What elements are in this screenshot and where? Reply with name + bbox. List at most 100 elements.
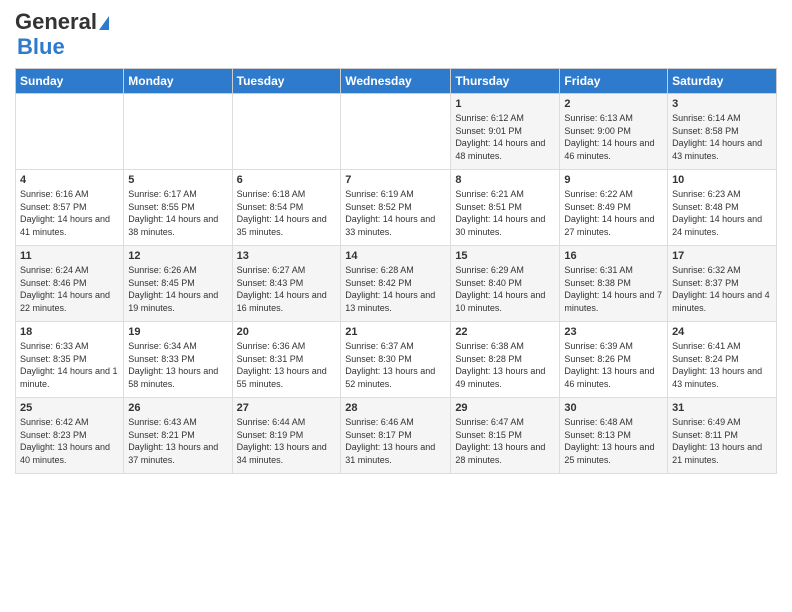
col-header-monday: Monday (124, 69, 232, 94)
day-number: 8 (455, 174, 555, 186)
day-number: 17 (672, 250, 772, 262)
day-number: 23 (564, 326, 663, 338)
calendar-cell: 15 Sunrise: 6:29 AM Sunset: 8:40 PM Dayli… (451, 246, 560, 322)
logo-blue: Blue (17, 34, 65, 60)
logo: General Blue (15, 10, 109, 60)
calendar-cell: 1 Sunrise: 6:12 AM Sunset: 9:01 PM Daylig… (451, 94, 560, 170)
day-info: Sunrise: 6:16 AM Sunset: 8:57 PM Dayligh… (20, 188, 119, 238)
day-number: 31 (672, 402, 772, 414)
col-header-friday: Friday (560, 69, 668, 94)
day-number: 15 (455, 250, 555, 262)
day-number: 6 (237, 174, 337, 186)
calendar-week-row: 25 Sunrise: 6:42 AM Sunset: 8:23 PM Dayli… (16, 398, 777, 474)
calendar-cell: 27 Sunrise: 6:44 AM Sunset: 8:19 PM Dayli… (232, 398, 341, 474)
day-info: Sunrise: 6:27 AM Sunset: 8:43 PM Dayligh… (237, 264, 337, 314)
calendar-cell: 25 Sunrise: 6:42 AM Sunset: 8:23 PM Dayli… (16, 398, 124, 474)
calendar-cell: 11 Sunrise: 6:24 AM Sunset: 8:46 PM Dayli… (16, 246, 124, 322)
day-number: 4 (20, 174, 119, 186)
calendar-cell: 5 Sunrise: 6:17 AM Sunset: 8:55 PM Daylig… (124, 170, 232, 246)
calendar-cell: 24 Sunrise: 6:41 AM Sunset: 8:24 PM Dayli… (668, 322, 777, 398)
day-info: Sunrise: 6:36 AM Sunset: 8:31 PM Dayligh… (237, 340, 337, 390)
day-info: Sunrise: 6:26 AM Sunset: 8:45 PM Dayligh… (128, 264, 227, 314)
day-number: 11 (20, 250, 119, 262)
day-info: Sunrise: 6:17 AM Sunset: 8:55 PM Dayligh… (128, 188, 227, 238)
day-info: Sunrise: 6:22 AM Sunset: 8:49 PM Dayligh… (564, 188, 663, 238)
calendar-cell: 10 Sunrise: 6:23 AM Sunset: 8:48 PM Dayli… (668, 170, 777, 246)
day-info: Sunrise: 6:39 AM Sunset: 8:26 PM Dayligh… (564, 340, 663, 390)
day-number: 19 (128, 326, 227, 338)
calendar-cell: 20 Sunrise: 6:36 AM Sunset: 8:31 PM Dayli… (232, 322, 341, 398)
day-info: Sunrise: 6:46 AM Sunset: 8:17 PM Dayligh… (345, 416, 446, 466)
day-info: Sunrise: 6:19 AM Sunset: 8:52 PM Dayligh… (345, 188, 446, 238)
day-number: 22 (455, 326, 555, 338)
calendar-cell: 7 Sunrise: 6:19 AM Sunset: 8:52 PM Daylig… (341, 170, 451, 246)
day-number: 2 (564, 98, 663, 110)
calendar-table: SundayMondayTuesdayWednesdayThursdayFrid… (15, 68, 777, 474)
day-info: Sunrise: 6:24 AM Sunset: 8:46 PM Dayligh… (20, 264, 119, 314)
day-info: Sunrise: 6:13 AM Sunset: 9:00 PM Dayligh… (564, 112, 663, 162)
calendar-cell: 21 Sunrise: 6:37 AM Sunset: 8:30 PM Dayli… (341, 322, 451, 398)
calendar-cell (124, 94, 232, 170)
day-number: 25 (20, 402, 119, 414)
day-number: 21 (345, 326, 446, 338)
calendar-cell: 28Sunrise: 6:46 AM Sunset: 8:17 PM Dayli… (341, 398, 451, 474)
calendar-cell (341, 94, 451, 170)
calendar-cell: 29 Sunrise: 6:47 AM Sunset: 8:15 PM Dayli… (451, 398, 560, 474)
calendar-cell: 23 Sunrise: 6:39 AM Sunset: 8:26 PM Dayli… (560, 322, 668, 398)
day-info: Sunrise: 6:41 AM Sunset: 8:24 PM Dayligh… (672, 340, 772, 390)
day-info: Sunrise: 6:23 AM Sunset: 8:48 PM Dayligh… (672, 188, 772, 238)
day-number: 5 (128, 174, 227, 186)
day-info: Sunrise: 6:21 AM Sunset: 8:51 PM Dayligh… (455, 188, 555, 238)
day-info: Sunrise: 6:14 AM Sunset: 8:58 PM Dayligh… (672, 112, 772, 162)
calendar-cell: 19 Sunrise: 6:34 AM Sunset: 8:33 PM Dayli… (124, 322, 232, 398)
day-number: 7 (345, 174, 446, 186)
calendar-week-row: 11 Sunrise: 6:24 AM Sunset: 8:46 PM Dayli… (16, 246, 777, 322)
calendar-cell: 8 Sunrise: 6:21 AM Sunset: 8:51 PM Daylig… (451, 170, 560, 246)
day-info: Sunrise: 6:49 AM Sunset: 8:11 PM Dayligh… (672, 416, 772, 466)
day-number: 20 (237, 326, 337, 338)
calendar-week-row: 4 Sunrise: 6:16 AM Sunset: 8:57 PM Daylig… (16, 170, 777, 246)
day-info: Sunrise: 6:43 AM Sunset: 8:21 PM Dayligh… (128, 416, 227, 466)
day-number: 3 (672, 98, 772, 110)
day-number: 10 (672, 174, 772, 186)
day-info: Sunrise: 6:37 AM Sunset: 8:30 PM Dayligh… (345, 340, 446, 390)
calendar-cell: 9 Sunrise: 6:22 AM Sunset: 8:49 PM Daylig… (560, 170, 668, 246)
page-container: General Blue SundayMondayTuesdayWednesda… (0, 0, 792, 484)
day-number: 24 (672, 326, 772, 338)
day-info: Sunrise: 6:34 AM Sunset: 8:33 PM Dayligh… (128, 340, 227, 390)
day-info: Sunrise: 6:32 AM Sunset: 8:37 PM Dayligh… (672, 264, 772, 314)
day-info: Sunrise: 6:44 AM Sunset: 8:19 PM Dayligh… (237, 416, 337, 466)
day-number: 1 (455, 98, 555, 110)
col-header-wednesday: Wednesday (341, 69, 451, 94)
col-header-tuesday: Tuesday (232, 69, 341, 94)
day-number: 26 (128, 402, 227, 414)
calendar-cell: 4 Sunrise: 6:16 AM Sunset: 8:57 PM Daylig… (16, 170, 124, 246)
day-info: Sunrise: 6:33 AM Sunset: 8:35 PM Dayligh… (20, 340, 119, 390)
col-header-saturday: Saturday (668, 69, 777, 94)
logo-text: General (15, 10, 109, 34)
day-info: Sunrise: 6:29 AM Sunset: 8:40 PM Dayligh… (455, 264, 555, 314)
day-number: 29 (455, 402, 555, 414)
calendar-cell: 30Sunrise: 6:48 AM Sunset: 8:13 PM Dayli… (560, 398, 668, 474)
calendar-cell: 2 Sunrise: 6:13 AM Sunset: 9:00 PM Daylig… (560, 94, 668, 170)
calendar-cell: 31 Sunrise: 6:49 AM Sunset: 8:11 PM Dayli… (668, 398, 777, 474)
day-number: 18 (20, 326, 119, 338)
calendar-cell: 13 Sunrise: 6:27 AM Sunset: 8:43 PM Dayli… (232, 246, 341, 322)
calendar-cell: 3 Sunrise: 6:14 AM Sunset: 8:58 PM Daylig… (668, 94, 777, 170)
day-info: Sunrise: 6:18 AM Sunset: 8:54 PM Dayligh… (237, 188, 337, 238)
day-info: Sunrise: 6:47 AM Sunset: 8:15 PM Dayligh… (455, 416, 555, 466)
calendar-cell: 6 Sunrise: 6:18 AM Sunset: 8:54 PM Daylig… (232, 170, 341, 246)
col-header-sunday: Sunday (16, 69, 124, 94)
day-number: 13 (237, 250, 337, 262)
day-info: Sunrise: 6:12 AM Sunset: 9:01 PM Dayligh… (455, 112, 555, 162)
day-number: 16 (564, 250, 663, 262)
day-number: 9 (564, 174, 663, 186)
day-number: 30 (564, 402, 663, 414)
calendar-week-row: 1 Sunrise: 6:12 AM Sunset: 9:01 PM Daylig… (16, 94, 777, 170)
day-info: Sunrise: 6:38 AM Sunset: 8:28 PM Dayligh… (455, 340, 555, 390)
day-number: 27 (237, 402, 337, 414)
calendar-cell (16, 94, 124, 170)
day-number: 12 (128, 250, 227, 262)
day-info: Sunrise: 6:42 AM Sunset: 8:23 PM Dayligh… (20, 416, 119, 466)
calendar-cell: 18 Sunrise: 6:33 AM Sunset: 8:35 PM Dayli… (16, 322, 124, 398)
